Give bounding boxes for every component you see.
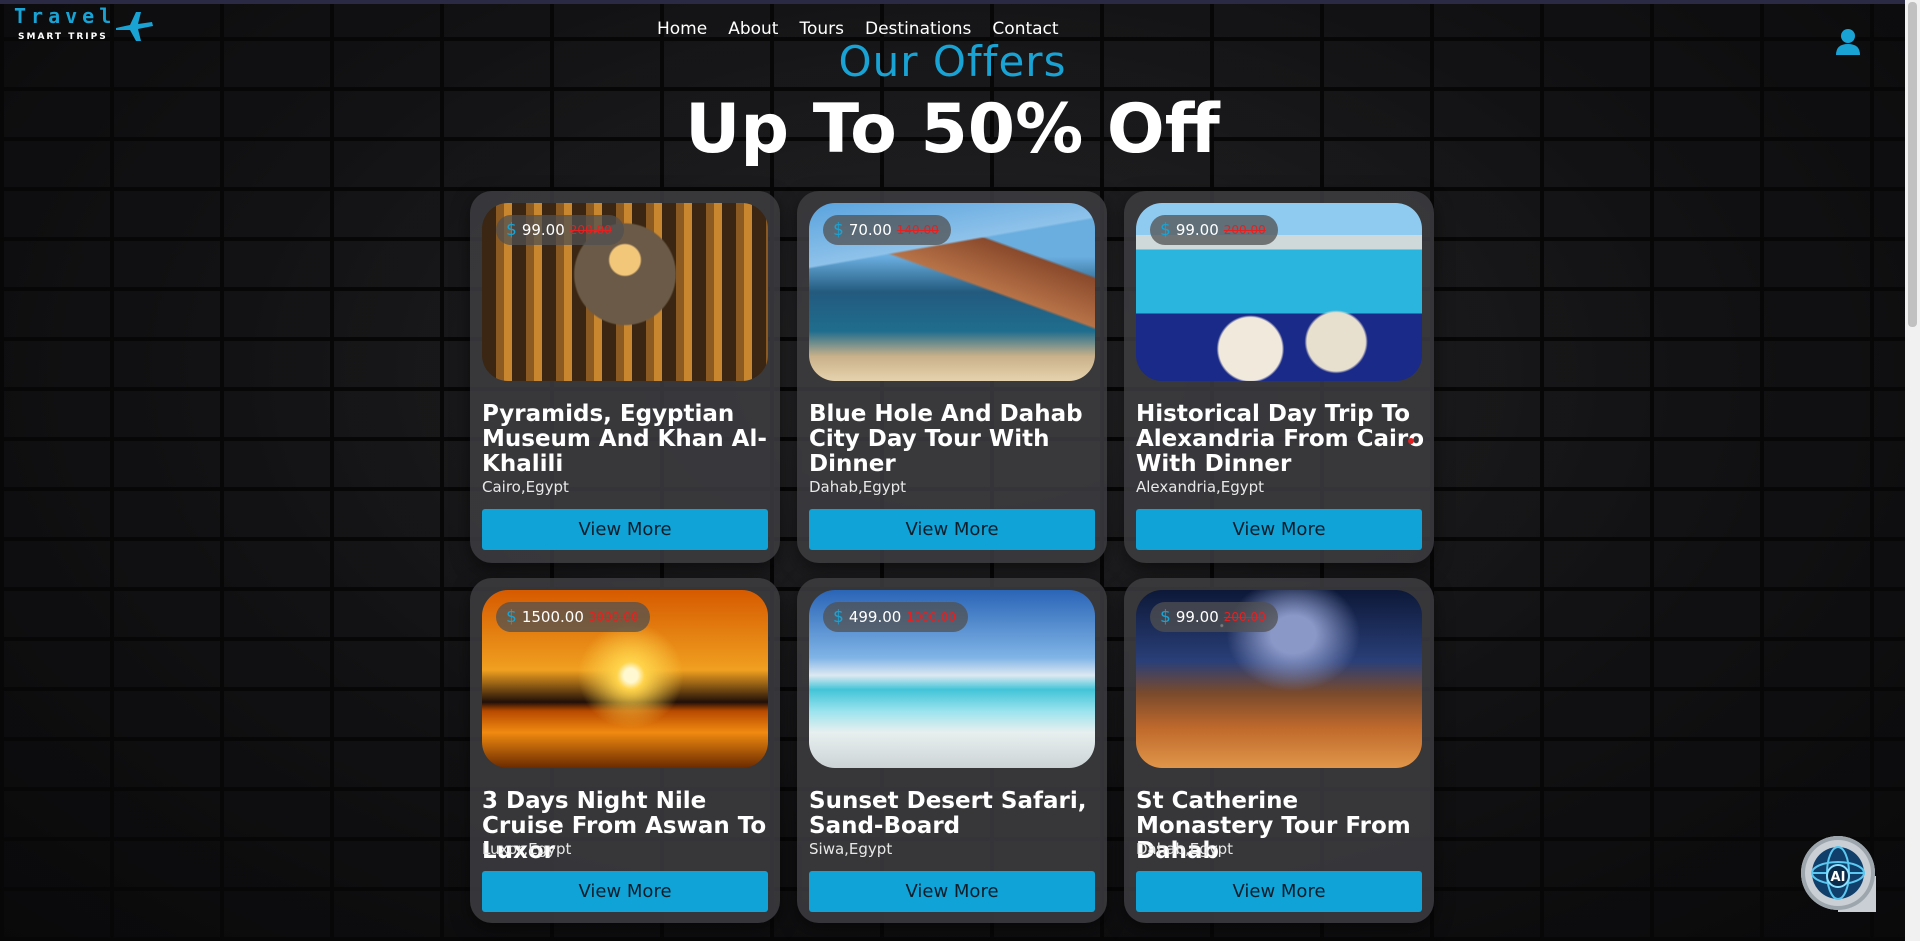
offer-title: Blue Hole And Dahab City Day Tour With D… [809, 401, 1083, 477]
ai-label: AI [1831, 870, 1846, 885]
offer-location: Alexandria,Egypt [1136, 478, 1265, 496]
nav-home[interactable]: Home [657, 19, 707, 39]
offer-image[interactable]: $ 99.00 200.00 [1136, 590, 1422, 768]
price-badge: $ 1500.00 3000.00 [496, 602, 651, 632]
offer-title: Sunset Desert Safari, Sand-Board [809, 788, 1087, 839]
dollar-icon: $ [506, 220, 517, 240]
view-more-button[interactable]: View More [1136, 871, 1422, 912]
nav-destinations[interactable]: Destinations [865, 19, 971, 39]
view-more-button[interactable]: View More [1136, 509, 1422, 550]
price-badge: $ 99.00 200.00 [1150, 602, 1278, 632]
view-more-button[interactable]: View More [482, 509, 768, 550]
offer-title: Pyramids, Egyptian Museum And Khan Al-Kh… [482, 401, 767, 477]
offer-card: $ 99.00 200.00 Pyramids, Egyptian Museum… [470, 191, 780, 563]
offer-old-price: 3000.00 [588, 610, 639, 624]
offer-price: 499.00 [848, 608, 902, 626]
offer-old-price: 200.00 [569, 223, 612, 237]
view-more-button[interactable]: View More [809, 509, 1095, 550]
offer-image[interactable]: $ 99.00 200.00 [1136, 203, 1422, 381]
offer-title: Historical Day Trip To Alexandria From C… [1136, 401, 1425, 477]
offer-location: Siwa,Egypt [809, 840, 893, 858]
offer-location: Cairo,Egypt [482, 478, 569, 496]
top-border [0, 0, 1905, 4]
page-scrollbar[interactable] [1905, 0, 1920, 941]
offer-image[interactable]: $ 99.00 200.00 [482, 203, 768, 381]
offer-old-price: 1000.00 [906, 610, 956, 624]
offer-image[interactable]: $ 70.00 140.00 [809, 203, 1095, 381]
offer-card: $ 70.00 140.00 Blue Hole And Dahab City … [797, 191, 1107, 563]
view-more-button[interactable]: View More [482, 871, 768, 912]
offer-card: $ 499.00 1000.00 Sunset Desert Safari, S… [797, 578, 1107, 923]
offer-card: $ 99.00 200.00 Historical Day Trip To Al… [1124, 191, 1434, 563]
nav-contact[interactable]: Contact [992, 19, 1058, 39]
dollar-icon: $ [1160, 220, 1171, 240]
offer-price: 99.00 [1175, 221, 1219, 239]
ai-globe-icon: AI [1811, 846, 1865, 900]
main-nav: Home About Tours Destinations Contact [657, 19, 1059, 39]
offer-old-price: 200.00 [1223, 223, 1266, 237]
dollar-icon: $ [833, 220, 844, 240]
offer-location: Dahab,Egypt [809, 478, 907, 496]
scrollbar-thumb[interactable] [1908, 2, 1917, 327]
logo-word: Travel [14, 4, 117, 28]
offer-location: Dahab,Egypt [1136, 840, 1234, 858]
price-badge: $ 99.00 200.00 [1150, 215, 1278, 245]
offer-price: 99.00 [521, 221, 565, 239]
offer-card: $ 1500.00 3000.00 3 Days Night Nile Crui… [470, 578, 780, 923]
offer-old-price: 140.00 [896, 223, 939, 237]
offer-price: 99.00 [1175, 608, 1219, 626]
offer-price: 70.00 [848, 221, 892, 239]
offer-old-price: 200.00 [1223, 610, 1266, 624]
price-badge: $ 499.00 1000.00 [823, 602, 968, 632]
dollar-icon: $ [506, 607, 517, 627]
section-subtitle: Our Offers [838, 37, 1067, 86]
offer-price: 1500.00 [521, 608, 584, 626]
offer-card: $ 99.00 200.00 St Catherine Monastery To… [1124, 578, 1434, 923]
offer-image[interactable]: $ 499.00 1000.00 [809, 590, 1095, 768]
price-badge: $ 99.00 200.00 [496, 215, 624, 245]
nav-about[interactable]: About [728, 19, 778, 39]
view-more-button[interactable]: View More [809, 871, 1095, 912]
offer-image[interactable]: $ 1500.00 3000.00 [482, 590, 768, 768]
nav-tours[interactable]: Tours [799, 19, 844, 39]
price-badge: $ 70.00 140.00 [823, 215, 951, 245]
section-title: Up To 50% Off [685, 90, 1220, 169]
offer-location: Luxor,Egypt [482, 840, 572, 858]
dollar-icon: $ [1160, 607, 1171, 627]
ai-assistant-button[interactable]: AI [1801, 836, 1875, 910]
notification-dot [1408, 438, 1414, 444]
dollar-icon: $ [833, 607, 844, 627]
